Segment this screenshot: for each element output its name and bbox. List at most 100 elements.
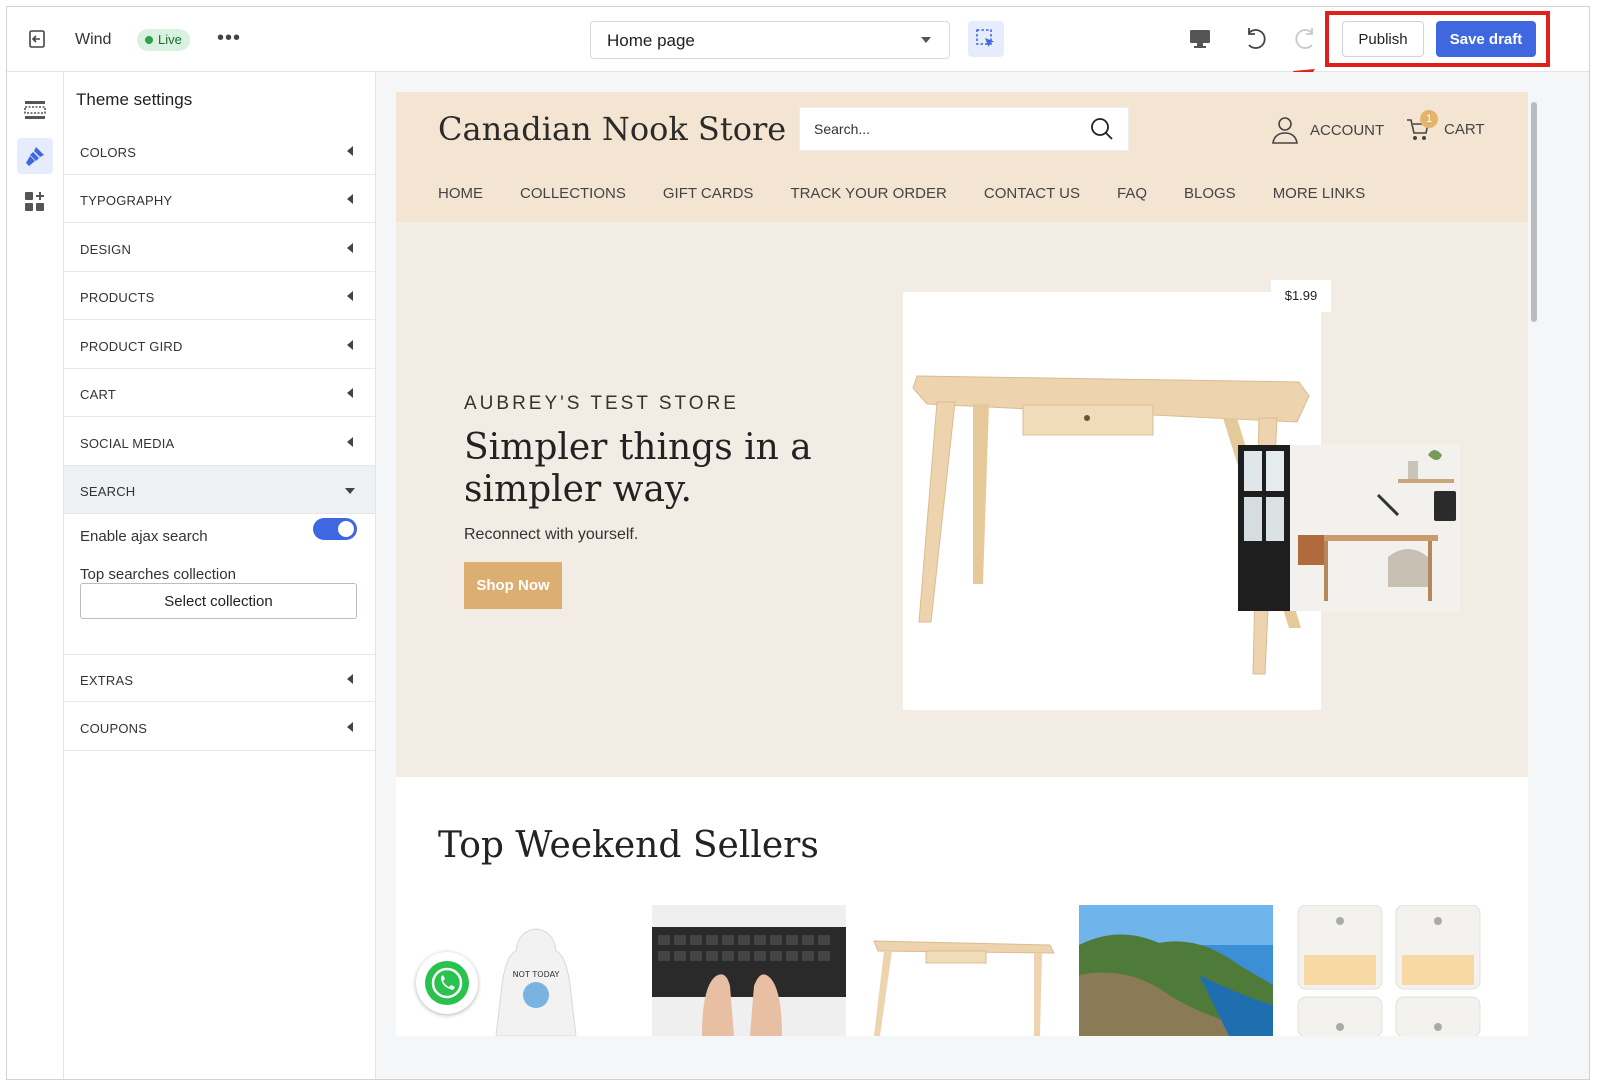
nav-collections[interactable]: COLLECTIONS bbox=[520, 185, 626, 202]
app-window: Wind Live ••• Home page Publish Save dra… bbox=[6, 6, 1590, 1080]
night-lights-image bbox=[1294, 905, 1488, 1036]
accordion-label: CART bbox=[80, 387, 116, 402]
sections-icon bbox=[24, 101, 46, 119]
theme-settings-panel: Theme settings COLORS TYPOGRAPHY DESIGN … bbox=[64, 72, 376, 1079]
price-tag: $1.99 bbox=[1271, 280, 1331, 312]
accordion-social-media[interactable]: SOCIAL MEDIA bbox=[64, 418, 375, 466]
hero-eyebrow: AUBREY'S TEST STORE bbox=[464, 393, 739, 414]
caret-left-icon bbox=[347, 291, 353, 301]
caret-left-icon bbox=[347, 388, 353, 398]
product-card-night-lights[interactable] bbox=[1294, 905, 1488, 1036]
preview-scrollbar[interactable] bbox=[1531, 102, 1537, 322]
store-preview: Canadian Nook Store Search... ACCOUNT 1 … bbox=[376, 72, 1589, 1079]
caret-left-icon bbox=[347, 146, 353, 156]
accordion-label: COLORS bbox=[80, 145, 137, 160]
hero-banner: AUBREY'S TEST STORE Simpler things in a … bbox=[396, 222, 1528, 777]
room-photo bbox=[1238, 445, 1460, 611]
search-placeholder: Search... bbox=[814, 121, 871, 137]
undo-icon[interactable] bbox=[1243, 27, 1269, 51]
room-illustration bbox=[1238, 445, 1460, 611]
apps-add-icon bbox=[25, 192, 44, 211]
accordion-extras[interactable]: EXTRAS bbox=[64, 654, 375, 702]
accordion-search[interactable]: SEARCH bbox=[64, 466, 375, 514]
rail-theme-settings[interactable] bbox=[17, 138, 53, 174]
accordion-label: PRODUCTS bbox=[80, 290, 155, 305]
account-label: ACCOUNT bbox=[1310, 121, 1385, 139]
keyboard-image bbox=[652, 905, 846, 1036]
select-collection-button[interactable]: Select collection bbox=[80, 583, 357, 619]
caret-left-icon bbox=[347, 437, 353, 447]
accordion-label: TYPOGRAPHY bbox=[80, 193, 173, 208]
page-selector[interactable]: Home page bbox=[590, 21, 950, 59]
caret-left-icon bbox=[347, 194, 353, 204]
nav-home[interactable]: HOME bbox=[438, 185, 483, 202]
product-card-landscape[interactable] bbox=[1079, 905, 1273, 1036]
rail-sections[interactable] bbox=[17, 92, 53, 128]
live-badge-label: Live bbox=[158, 32, 182, 47]
caret-left-icon bbox=[347, 722, 353, 732]
nav-contact-us[interactable]: CONTACT US bbox=[984, 185, 1080, 202]
accordion-coupons[interactable]: COUPONS bbox=[64, 703, 375, 751]
more-options-button[interactable]: ••• bbox=[217, 27, 241, 50]
theme-name: Wind bbox=[75, 31, 112, 48]
whatsapp-button[interactable] bbox=[416, 952, 478, 1014]
enable-ajax-search-toggle[interactable] bbox=[313, 518, 357, 540]
whatsapp-icon bbox=[425, 961, 469, 1005]
product-card-keyboard[interactable] bbox=[652, 905, 846, 1036]
live-badge: Live bbox=[137, 29, 190, 51]
nav-more-links[interactable]: MORE LINKS bbox=[1273, 185, 1366, 202]
cart-link[interactable]: 1 CART bbox=[1406, 110, 1485, 142]
page-selector-value: Home page bbox=[607, 31, 695, 50]
status-dot-icon bbox=[145, 36, 153, 44]
accordion-typography[interactable]: TYPOGRAPHY bbox=[64, 175, 375, 223]
chevron-down-icon bbox=[921, 37, 931, 43]
shop-now-button[interactable]: Shop Now bbox=[464, 562, 562, 609]
store-logo[interactable]: Canadian Nook Store bbox=[438, 110, 786, 148]
storefront: Canadian Nook Store Search... ACCOUNT 1 … bbox=[396, 92, 1528, 1036]
section-title: Top Weekend Sellers bbox=[438, 825, 819, 866]
account-link[interactable]: ACCOUNT bbox=[1272, 116, 1384, 144]
accordion-label: DESIGN bbox=[80, 242, 132, 257]
nav-track-order[interactable]: TRACK YOUR ORDER bbox=[790, 185, 946, 202]
caret-left-icon bbox=[347, 674, 353, 684]
accordion-label: SEARCH bbox=[80, 484, 136, 499]
store-nav: HOME COLLECTIONS GIFT CARDS TRACK YOUR O… bbox=[438, 185, 1402, 202]
annotation-highlight-box bbox=[1325, 11, 1550, 67]
paint-brush-icon bbox=[26, 147, 44, 166]
store-search-input[interactable]: Search... bbox=[799, 107, 1129, 151]
svg-text:NOT TODAY: NOT TODAY bbox=[513, 970, 560, 979]
desk-thumb-image bbox=[866, 905, 1060, 1036]
accordion-colors[interactable]: COLORS bbox=[64, 127, 375, 175]
exit-icon[interactable] bbox=[27, 29, 47, 49]
top-searches-label: Top searches collection bbox=[80, 566, 236, 583]
product-card-desk[interactable] bbox=[866, 905, 1060, 1036]
rail-apps[interactable] bbox=[17, 184, 53, 220]
nav-faq[interactable]: FAQ bbox=[1117, 185, 1147, 202]
accordion-label: EXTRAS bbox=[80, 673, 134, 688]
accordion-design[interactable]: DESIGN bbox=[64, 224, 375, 272]
select-element-tool[interactable] bbox=[968, 21, 1004, 57]
icon-rail bbox=[7, 72, 64, 1079]
enable-ajax-search-label: Enable ajax search bbox=[80, 528, 208, 545]
redo-icon[interactable] bbox=[1292, 27, 1318, 51]
nav-blogs[interactable]: BLOGS bbox=[1184, 185, 1236, 202]
panel-title: Theme settings bbox=[76, 90, 193, 109]
caret-left-icon bbox=[347, 243, 353, 253]
accordion-label: PRODUCT GIRD bbox=[80, 339, 183, 354]
cursor-select-icon bbox=[976, 29, 994, 47]
cart-count-badge: 1 bbox=[1420, 110, 1438, 128]
accordion-products[interactable]: PRODUCTS bbox=[64, 272, 375, 320]
user-icon bbox=[1272, 117, 1298, 144]
hero-title: Simpler things in a simpler way. bbox=[464, 427, 812, 510]
accordion-label: COUPONS bbox=[80, 721, 148, 736]
nav-gift-cards[interactable]: GIFT CARDS bbox=[663, 185, 754, 202]
toggle-knob bbox=[338, 521, 354, 537]
desktop-preview-icon[interactable] bbox=[1189, 29, 1211, 49]
coast-image bbox=[1079, 905, 1273, 1036]
cart-label: CART bbox=[1444, 120, 1485, 138]
accordion-product-grid[interactable]: PRODUCT GIRD bbox=[64, 321, 375, 369]
accordion-cart[interactable]: CART bbox=[64, 369, 375, 417]
store-header: Canadian Nook Store Search... ACCOUNT 1 … bbox=[396, 92, 1528, 222]
search-icon[interactable] bbox=[1090, 117, 1114, 141]
caret-left-icon bbox=[347, 340, 353, 350]
